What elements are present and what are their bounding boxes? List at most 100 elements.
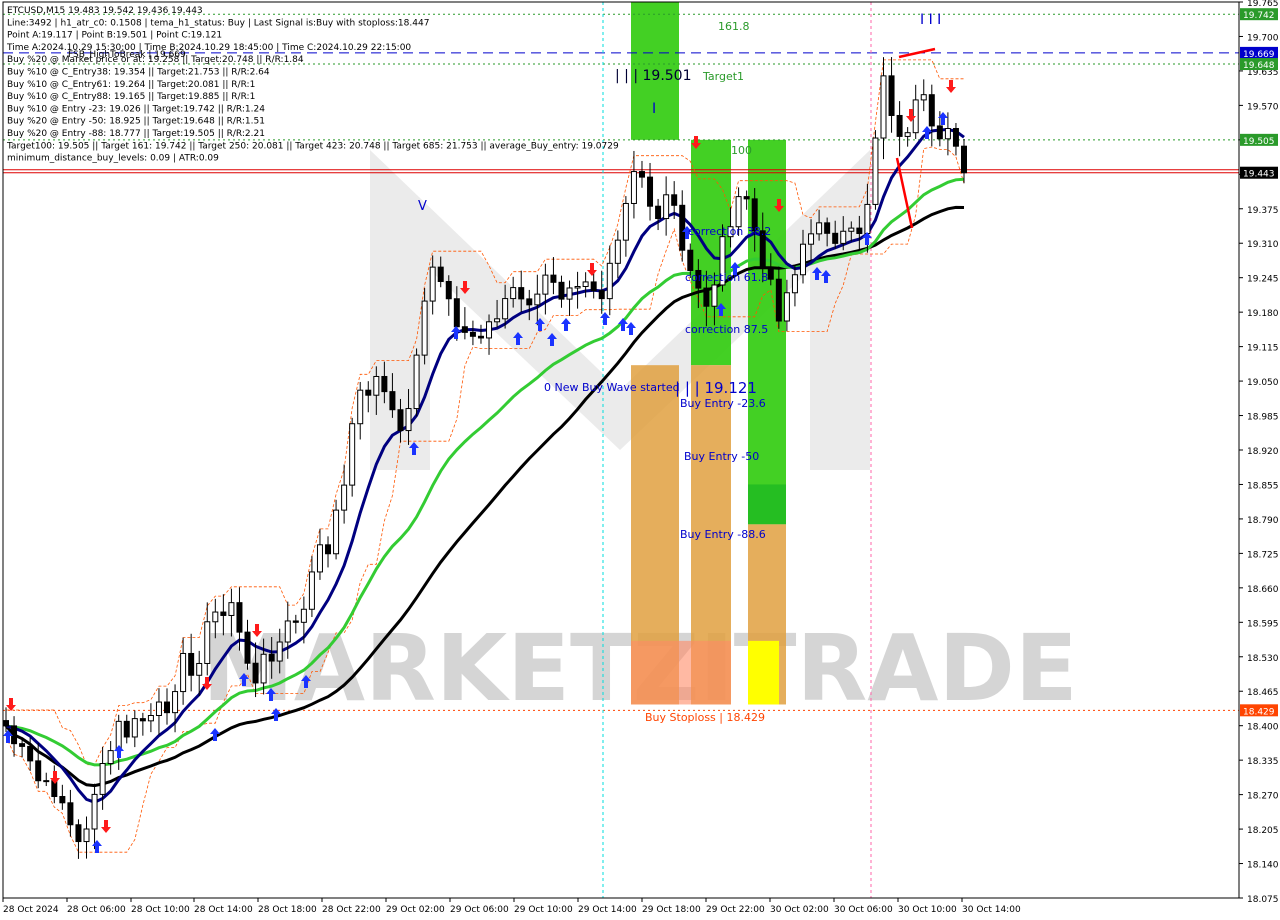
candle-body-50 [405,408,412,432]
candle-body-26 [212,611,219,623]
x-tick-label-5: 28 Oct 22:00 [322,905,381,915]
x-tick-label-12: 30 Oct 02:00 [770,905,829,915]
zone-salmon-box [631,640,731,705]
sell-arrow-10 [946,80,956,93]
fsb-label: FSB_HighToBreak | 19.669 [68,50,186,60]
candle-body-11 [91,793,98,830]
candle-body-68 [550,274,557,283]
candle-body-109 [880,75,887,139]
annotation-7: 0 New Buy Wave started [544,381,680,394]
candle-body-0 [3,720,9,727]
annotation-11: Buy Entry -88.6 [680,528,766,541]
header-line-9: Buy %20 @ Entry -50: 18.925 || Target:19… [7,117,265,127]
candle-body-19 [155,701,162,717]
x-tick-label-2: 28 Oct 10:00 [131,905,190,915]
annotation-6: correction 87.5 [685,323,768,336]
candle-body-25 [204,621,211,664]
y-tick-label-7: 19.310 [1247,240,1279,250]
header-line-10: Buy %20 @ Entry -88: 18.777 || Target:19… [7,129,265,139]
header-line-5: Buy %10 @ C_Entry38: 19.354 || Target:21… [7,68,270,78]
candle-body-91 [735,196,742,228]
buy-arrow-2 [114,745,124,758]
candle-body-3 [27,745,34,762]
sell-arrow-2 [101,820,111,833]
annotation-4: correction 38.2 [688,225,771,238]
candle-body-70 [566,287,573,300]
header-line-6: Buy %10 @ C_Entry61: 19.264 || Target:20… [7,80,255,90]
buy-arrow-13 [561,318,571,331]
candle-body-15 [123,720,130,738]
sell-arrow-0 [6,698,16,711]
candle-body-112 [904,132,911,137]
candle-body-46 [373,375,380,396]
candle-body-81 [655,205,662,220]
level-tag-2: 19.648 [1243,61,1275,71]
candle-body-88 [711,284,718,307]
header-line-12: minimum_distance_buy_levels: 0.09 | ATR:… [7,154,219,164]
x-tick-label-7: 29 Oct 06:00 [450,905,509,915]
annotation-9: Buy Entry -23.6 [680,397,766,410]
candle-body-2 [19,743,26,747]
y-tick-label-9: 19.180 [1247,309,1279,319]
candle-body-44 [357,389,364,425]
candle-body-59 [477,335,484,339]
candle-body-48 [389,391,396,411]
candle-body-21 [172,691,179,714]
price-chart[interactable]: MARKETZITRADE 161.8| | | 19.501Target110… [0,0,1280,920]
candle-body-83 [671,194,678,206]
y-tick-label-16: 18.725 [1247,550,1279,560]
level-tag-4: 19.443 [1243,170,1275,180]
header-line-8: Buy %10 @ Entry -23: 19.026 || Target:19… [7,104,265,114]
buy-arrow-1 [92,840,102,853]
y-tick-label-24: 18.205 [1247,826,1279,836]
annotation-1: | | | 19.501 [615,68,692,84]
candle-body-18 [147,715,154,722]
candle-body-34 [276,641,283,662]
y-tick-label-13: 18.920 [1247,447,1279,457]
candle-body-67 [542,274,549,295]
level-tag-0: 19.742 [1243,11,1275,21]
x-tick-label-13: 30 Oct 06:00 [834,905,893,915]
header-line-3: Time A:2024.10.29 15:30:00 | Time B:2024… [6,43,411,53]
zone-green-dark [748,484,786,525]
candle-body-17 [139,718,146,722]
x-tick-label-14: 30 Oct 10:00 [898,905,957,915]
candle-body-5 [43,780,50,783]
x-tick-label-8: 29 Oct 10:00 [514,905,573,915]
buy-arrow-14 [600,312,610,325]
candle-body-53 [429,266,436,302]
y-tick-label-25: 18.140 [1247,861,1279,871]
candle-body-116 [936,125,943,140]
candle-body-12 [99,763,106,795]
x-tick-label-3: 28 Oct 14:00 [194,905,253,915]
y-tick-label-12: 18.985 [1247,413,1279,423]
candle-body-36 [292,620,299,623]
candle-body-55 [445,280,452,300]
candle-body-24 [196,662,203,676]
candle-body-66 [534,293,541,306]
x-tick-label-1: 28 Oct 06:00 [67,905,126,915]
candle-body-107 [864,203,871,234]
candle-body-108 [872,137,879,205]
annotation-15: I I I [920,12,941,28]
y-tick-label-14: 18.855 [1247,481,1279,491]
y-tick-label-22: 18.335 [1247,757,1279,767]
candle-body-114 [920,94,927,101]
header-line-0: ETCUSD,M15 19.483 19.542 19.436 19.443 [7,6,203,16]
candle-body-74 [598,290,605,300]
candle-body-65 [526,298,533,306]
candle-body-117 [944,128,951,140]
sell-arrow-6 [587,263,597,276]
x-tick-label-6: 29 Oct 02:00 [386,905,445,915]
candle-body-58 [469,331,476,337]
candle-body-9 [75,824,82,843]
candle-body-57 [461,326,468,333]
candle-body-87 [703,287,710,307]
annotation-14: I [652,101,656,117]
annotation-5: correction 61.8 [685,271,768,284]
candle-body-43 [349,423,356,486]
candle-body-32 [260,653,267,684]
annotation-3: 100 [731,144,752,157]
y-tick-label-18: 18.595 [1247,619,1279,629]
chart-root: MARKETZITRADE 161.8| | | 19.501Target110… [0,0,1280,920]
